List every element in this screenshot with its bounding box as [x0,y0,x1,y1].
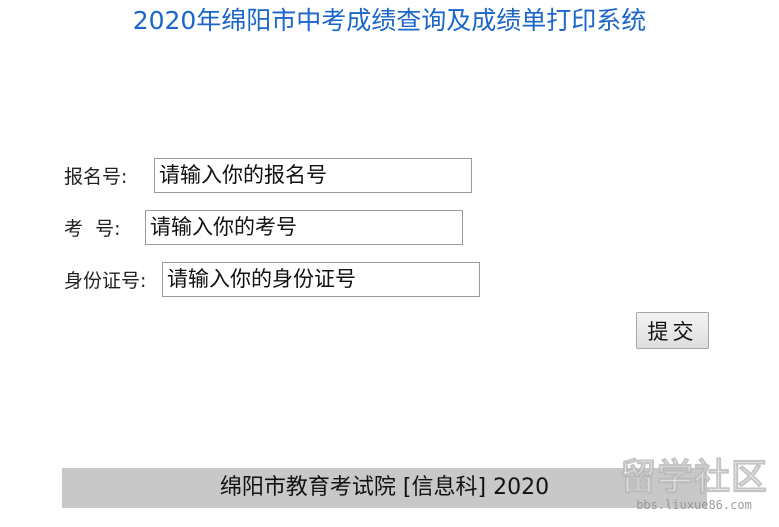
id-number-label: 身份证号: [64,269,147,292]
exam-number-label: 考 号: [64,217,121,240]
page: 2020年绵阳市中考成绩查询及成绩单打印系统 报名号: 考 号: 身份证号: 提… [0,0,779,527]
page-title: 2020年绵阳市中考成绩查询及成绩单打印系统 [132,6,647,35]
id-number-input[interactable] [162,261,480,297]
watermark-logo: 留学社区 bbs.liuxue86.com [614,457,774,518]
submit-button[interactable]: 提交 [636,312,709,349]
footer: 绵阳市教育考试院 [信息科] 2020 [62,468,707,508]
registration-number-label: 报名号: [64,165,128,188]
id-number-row: 身份证号: [64,261,480,297]
registration-number-input[interactable] [154,157,472,193]
exam-number-input[interactable] [145,209,463,245]
watermark-main-text: 留学社区 [619,457,768,498]
exam-number-row: 考 号: [64,209,463,245]
registration-number-row: 报名号: [64,157,472,193]
watermark-url-text: bbs.liuxue86.com [636,498,752,512]
